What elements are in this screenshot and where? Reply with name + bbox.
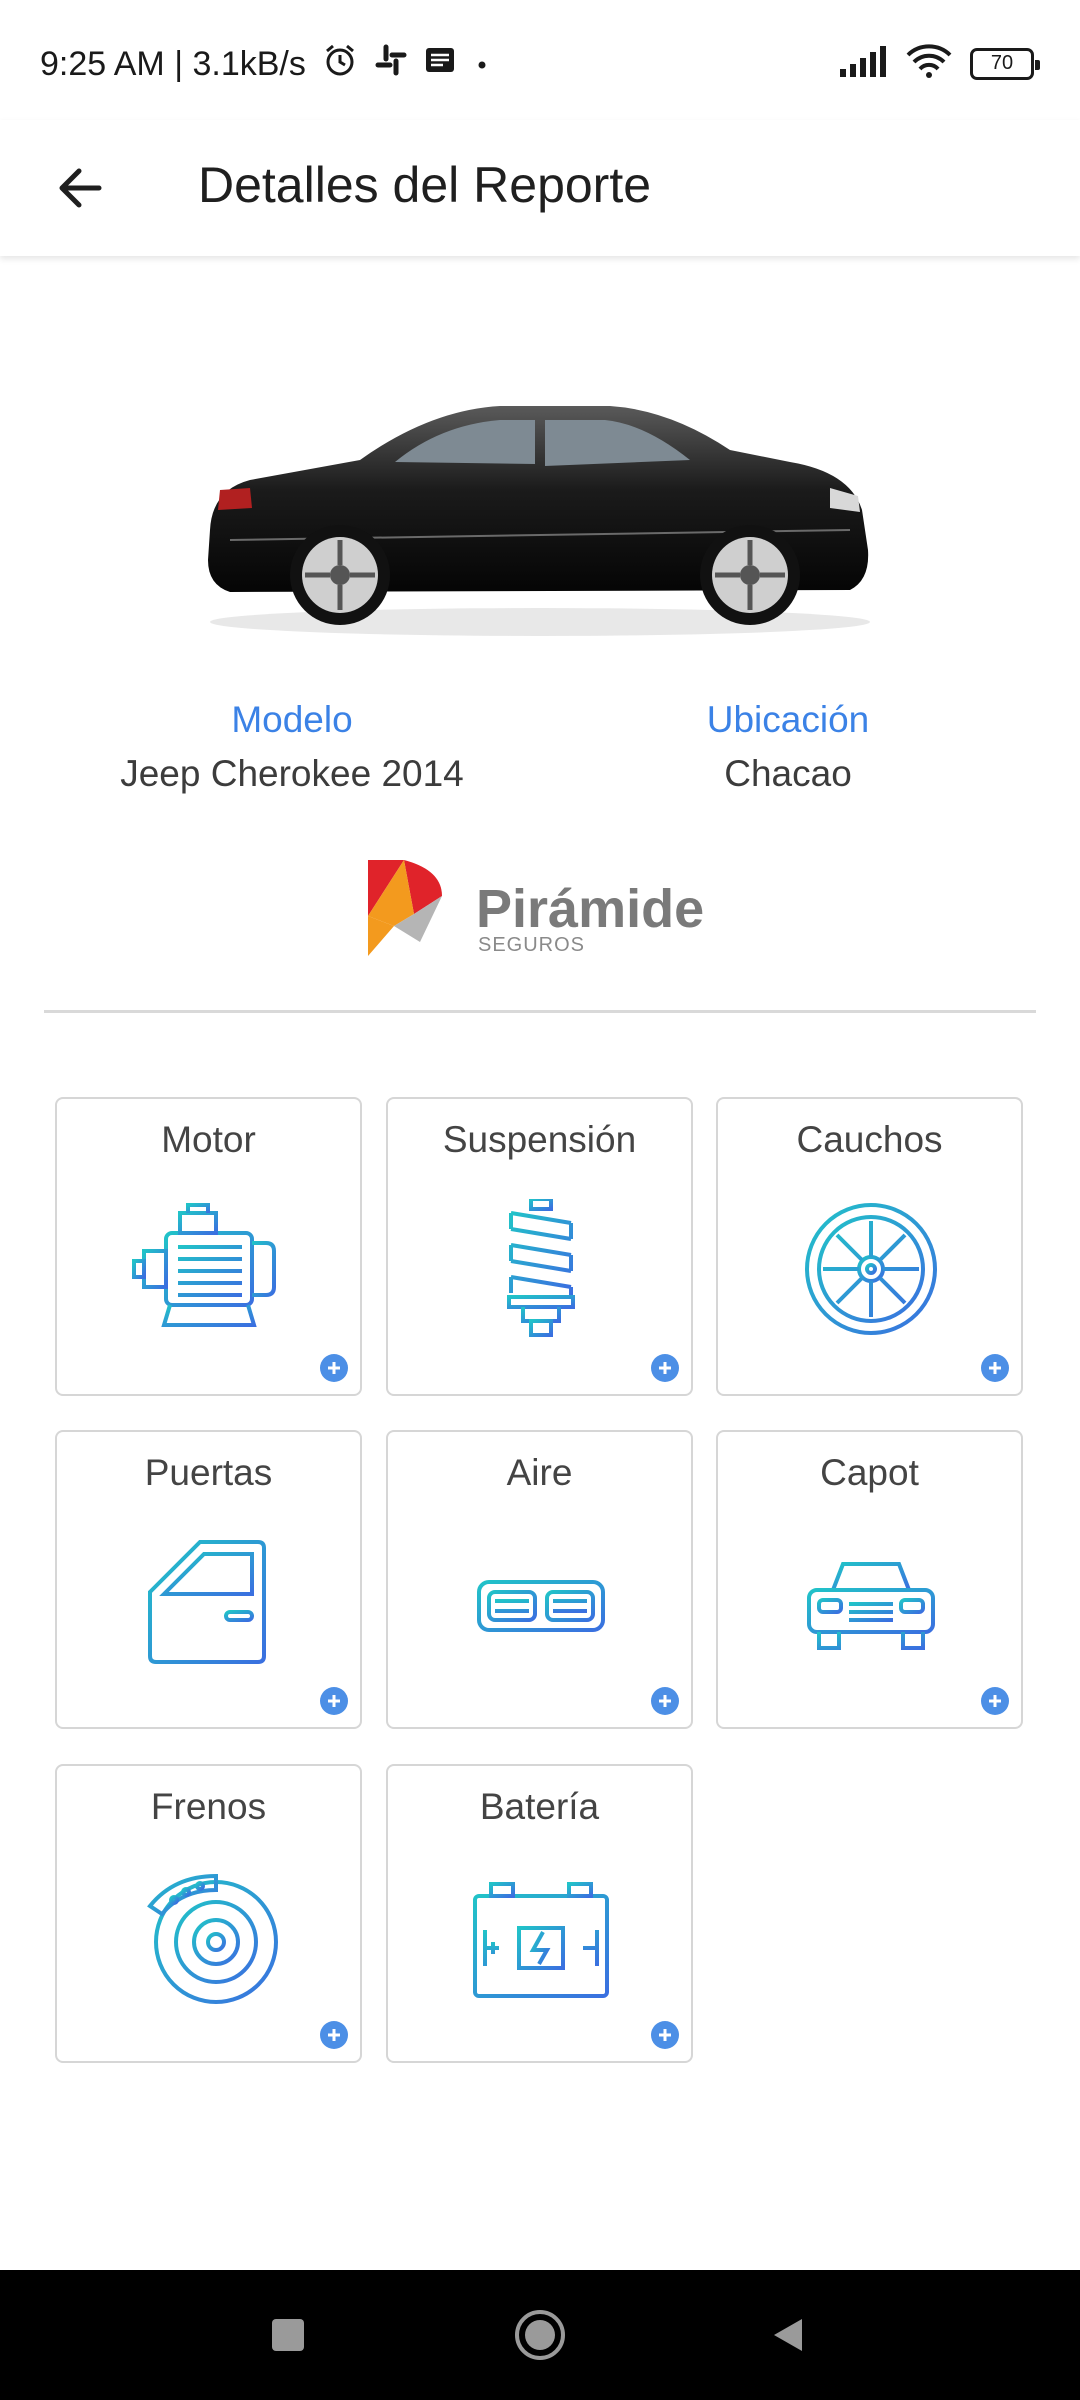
arrow-left-icon: [59, 168, 102, 208]
page-title: Detalles del Reporte: [198, 157, 652, 213]
car-front-icon: [807, 1562, 935, 1650]
add-icon[interactable]: [651, 1354, 679, 1382]
add-icon[interactable]: [651, 1687, 679, 1715]
air-vent-icon: [477, 1574, 605, 1632]
status-bar: 9:25 AM | 3.1kB/s 70: [0, 0, 1080, 120]
insurer-logo: Pirámide SEGUROS: [360, 856, 740, 966]
add-icon[interactable]: [320, 1687, 348, 1715]
category-label: Suspensión: [442, 1119, 637, 1160]
engine-icon: [132, 1203, 276, 1327]
battery-level: 70: [990, 52, 1014, 74]
add-icon[interactable]: [320, 1354, 348, 1382]
dot-icon: [472, 45, 492, 84]
category-label: Capot: [820, 1452, 919, 1493]
category-label: Cauchos: [796, 1119, 943, 1160]
category-card-battery[interactable]: Batería: [386, 1764, 693, 2063]
add-icon[interactable]: [651, 2021, 679, 2049]
home-circle-icon: [515, 2310, 565, 2360]
brake-disc-icon: [147, 1873, 278, 2004]
category-card-air[interactable]: Aire: [386, 1430, 693, 1729]
category-label: Frenos: [150, 1786, 267, 1827]
category-label: Aire: [506, 1452, 573, 1493]
status-time: 9:25 AM | 3.1kB/s: [40, 45, 306, 83]
model-label: Modelo: [231, 699, 353, 740]
back-nav-button[interactable]: [748, 2300, 828, 2370]
insurer-name: Pirámide: [476, 879, 705, 939]
model-value: Jeep Cherokee 2014: [120, 753, 464, 795]
category-card-suspension[interactable]: Suspensión: [386, 1097, 693, 1396]
slack-icon: [374, 43, 408, 86]
category-label: Batería: [479, 1786, 600, 1827]
piramide-logo-icon: [368, 860, 442, 956]
location-label: Ubicación: [706, 699, 870, 740]
signal-icon: [840, 45, 888, 82]
car-door-icon: [148, 1540, 266, 1664]
spring-icon: [507, 1199, 575, 1337]
category-card-hood[interactable]: Capot: [716, 1430, 1023, 1729]
model-info: Modelo Jeep Cherokee 2014: [82, 698, 502, 798]
category-card-brakes[interactable]: Frenos: [55, 1764, 362, 2063]
system-nav-bar: [0, 2270, 1080, 2400]
add-icon[interactable]: [320, 2021, 348, 2049]
location-info: Ubicación Chacao: [578, 698, 998, 798]
divider: [44, 1010, 1036, 1013]
add-icon[interactable]: [981, 1687, 1009, 1715]
battery-car-icon: [473, 1882, 609, 1998]
category-label: Puertas: [144, 1452, 273, 1493]
recents-button[interactable]: [248, 2300, 328, 2370]
category-card-tires[interactable]: Cauchos: [716, 1097, 1023, 1396]
category-card-doors[interactable]: Puertas: [55, 1430, 362, 1729]
alarm-icon: [322, 42, 358, 87]
insurer-sub: SEGUROS: [478, 934, 586, 956]
home-button[interactable]: [500, 2300, 580, 2370]
wifi-icon: [906, 44, 952, 83]
add-icon[interactable]: [981, 1354, 1009, 1382]
app-bar: Detalles del Reporte: [0, 120, 1080, 256]
wheel-icon: [805, 1203, 937, 1335]
location-value: Chacao: [724, 753, 852, 795]
back-button[interactable]: [40, 148, 120, 228]
recents-square-icon: [272, 2319, 304, 2351]
car-image: [190, 380, 890, 650]
category-card-motor[interactable]: Motor: [55, 1097, 362, 1396]
news-icon: [424, 45, 456, 84]
battery-icon: 70: [970, 47, 1040, 80]
category-label: Motor: [161, 1119, 256, 1160]
back-triangle-icon: [774, 2319, 802, 2351]
